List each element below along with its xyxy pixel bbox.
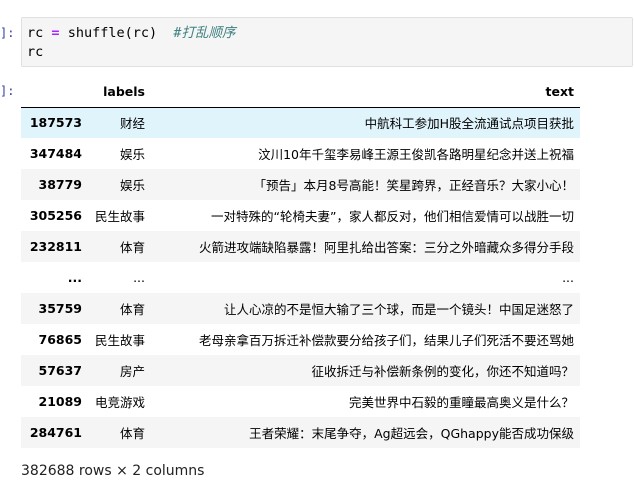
dataframe-shape-summary: 382688 rows × 2 columns bbox=[21, 463, 205, 479]
row-index: 187573 bbox=[29, 115, 82, 131]
row-index: 21089 bbox=[38, 394, 83, 409]
row-text: 一对特殊的“轮椅夫妻”，家人都反对，他们相信爱情可以战胜一切 bbox=[211, 209, 574, 224]
code-cell[interactable]: rc = shuffle(rc) #打乱顺序 rc bbox=[21, 17, 633, 67]
row-text: 征收拆迁与补偿新条例的变化，你还不知道吗？ bbox=[311, 364, 574, 379]
code-line-2: rc bbox=[27, 44, 44, 60]
table-row-ellipsis: ... ... ... bbox=[21, 262, 580, 293]
row-text: 「预告」本月8号高能！笑星跨界，正经音乐？大家小心！ bbox=[253, 178, 574, 193]
row-label: 电竞游戏 bbox=[94, 395, 145, 410]
row-text: 老母亲拿百万拆迁补偿款要分给孩子们，结果儿子们死活不要还骂她 bbox=[198, 333, 574, 348]
row-index: 57637 bbox=[38, 363, 83, 378]
input-prompt: ]: bbox=[0, 26, 15, 40]
row-index: 38779 bbox=[38, 177, 83, 192]
row-index: 347484 bbox=[29, 146, 82, 161]
header-labels: labels bbox=[88, 76, 151, 108]
row-label: 房产 bbox=[119, 364, 145, 379]
table-header-row: labels text bbox=[21, 76, 580, 108]
header-index bbox=[21, 76, 88, 108]
row-label: 娱乐 bbox=[119, 178, 145, 193]
table-row: 284761 体育 王者荣耀：末尾争夺，Ag超远会，QGhappy能否成功保级 bbox=[21, 417, 580, 448]
row-text: 王者荣耀：末尾争夺，Ag超远会，QGhappy能否成功保级 bbox=[249, 426, 574, 441]
header-text: text bbox=[151, 76, 580, 108]
table-row: 38779 娱乐 「预告」本月8号高能！笑星跨界，正经音乐？大家小心！ bbox=[21, 169, 580, 200]
row-text: 让人心凉的不是恒大输了三个球，而是一个镜头！中国足迷怒了 bbox=[223, 302, 574, 317]
row-index: 76865 bbox=[38, 332, 83, 347]
output-prompt: ]: bbox=[0, 84, 15, 98]
row-text: 完美世界中石毅的重瞳最高奥义是什么？ bbox=[348, 395, 574, 410]
row-index: 232811 bbox=[29, 239, 82, 254]
row-label: 娱乐 bbox=[119, 147, 145, 162]
table-row: 35759 体育 让人心凉的不是恒大输了三个球，而是一个镜头！中国足迷怒了 bbox=[21, 293, 580, 324]
row-index: 35759 bbox=[38, 301, 83, 316]
row-label: 体育 bbox=[119, 302, 145, 317]
row-text: 中航科工参加H股全流通试点项目获批 bbox=[364, 116, 574, 132]
row-text: ... bbox=[562, 270, 574, 285]
table-row: 57637 房产 征收拆迁与补偿新条例的变化，你还不知道吗？ bbox=[21, 355, 580, 386]
table-row: 21089 电竞游戏 完美世界中石毅的重瞳最高奥义是什么？ bbox=[21, 386, 580, 417]
row-index: ... bbox=[67, 270, 82, 285]
row-index: 305256 bbox=[29, 208, 82, 223]
row-label: 财经 bbox=[119, 116, 145, 132]
code-line-1: rc = shuffle(rc) #打乱顺序 bbox=[27, 25, 236, 41]
dataframe-table: labels text 187573 财经 中航科工参加H股全流通试点项目获批 … bbox=[21, 76, 580, 448]
row-label: 体育 bbox=[119, 240, 145, 255]
row-text: 汶川10年千玺李易峰王源王俊凯各路明星纪念并送上祝福 bbox=[258, 147, 574, 162]
row-text: 火箭进攻端缺陷暴露！阿里扎给出答案：三分之外暗藏众多得分手段 bbox=[198, 240, 574, 255]
row-label: 民生故事 bbox=[94, 333, 145, 348]
code-var: rc bbox=[27, 25, 44, 41]
table-row: 347484 娱乐 汶川10年千玺李易峰王源王俊凯各路明星纪念并送上祝福 bbox=[21, 138, 580, 169]
row-label: ... bbox=[133, 270, 145, 285]
row-label: 民生故事 bbox=[94, 209, 145, 224]
code-call: shuffle(rc) bbox=[67, 25, 158, 41]
table-row: 187573 财经 中航科工参加H股全流通试点项目获批 bbox=[21, 107, 580, 138]
table-row: 232811 体育 火箭进攻端缺陷暴露！阿里扎给出答案：三分之外暗藏众多得分手段 bbox=[21, 231, 580, 262]
row-label: 体育 bbox=[119, 426, 145, 441]
code-assign-operator: = bbox=[51, 25, 60, 41]
table-row: 76865 民生故事 老母亲拿百万拆迁补偿款要分给孩子们，结果儿子们死活不要还骂… bbox=[21, 324, 580, 355]
table-row: 305256 民生故事 一对特殊的“轮椅夫妻”，家人都反对，他们相信爱情可以战胜… bbox=[21, 200, 580, 231]
code-comment: #打乱顺序 bbox=[173, 25, 236, 41]
row-index: 284761 bbox=[29, 425, 82, 440]
